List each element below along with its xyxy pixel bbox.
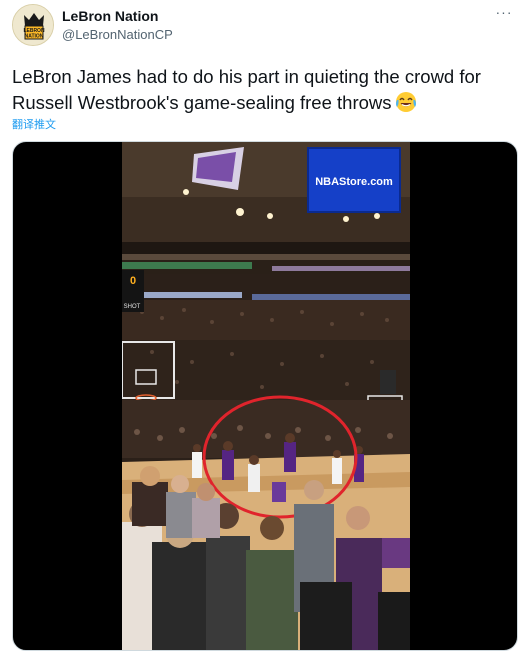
face-with-tears-of-joy-icon — [395, 91, 417, 113]
translate-tweet-link[interactable]: 翻译推文 — [12, 116, 56, 132]
display-name[interactable]: LeBron Nation — [62, 8, 158, 24]
avatar[interactable]: LEBRON NATION — [12, 4, 54, 46]
tweet-text: LeBron James had to do his part in quiet… — [12, 64, 517, 116]
user-handle[interactable]: @LeBronNationCP — [62, 27, 173, 42]
video-frame: NBAStore.com 0 SHOT — [122, 142, 410, 650]
avatar-text-bottom: NATION — [25, 34, 44, 40]
tweet-header: LEBRON NATION LeBron Nation @LeBronNatio… — [0, 0, 527, 56]
video-player[interactable]: NBAStore.com 0 SHOT — [12, 141, 518, 651]
shot-clock-text: 0 — [130, 275, 136, 287]
more-options-icon[interactable]: ··· — [493, 5, 515, 21]
shot-label: SHOT — [124, 304, 141, 310]
jumbotron-text: NBAStore.com — [315, 176, 393, 188]
arena-scene: NBAStore.com 0 SHOT — [122, 142, 410, 650]
